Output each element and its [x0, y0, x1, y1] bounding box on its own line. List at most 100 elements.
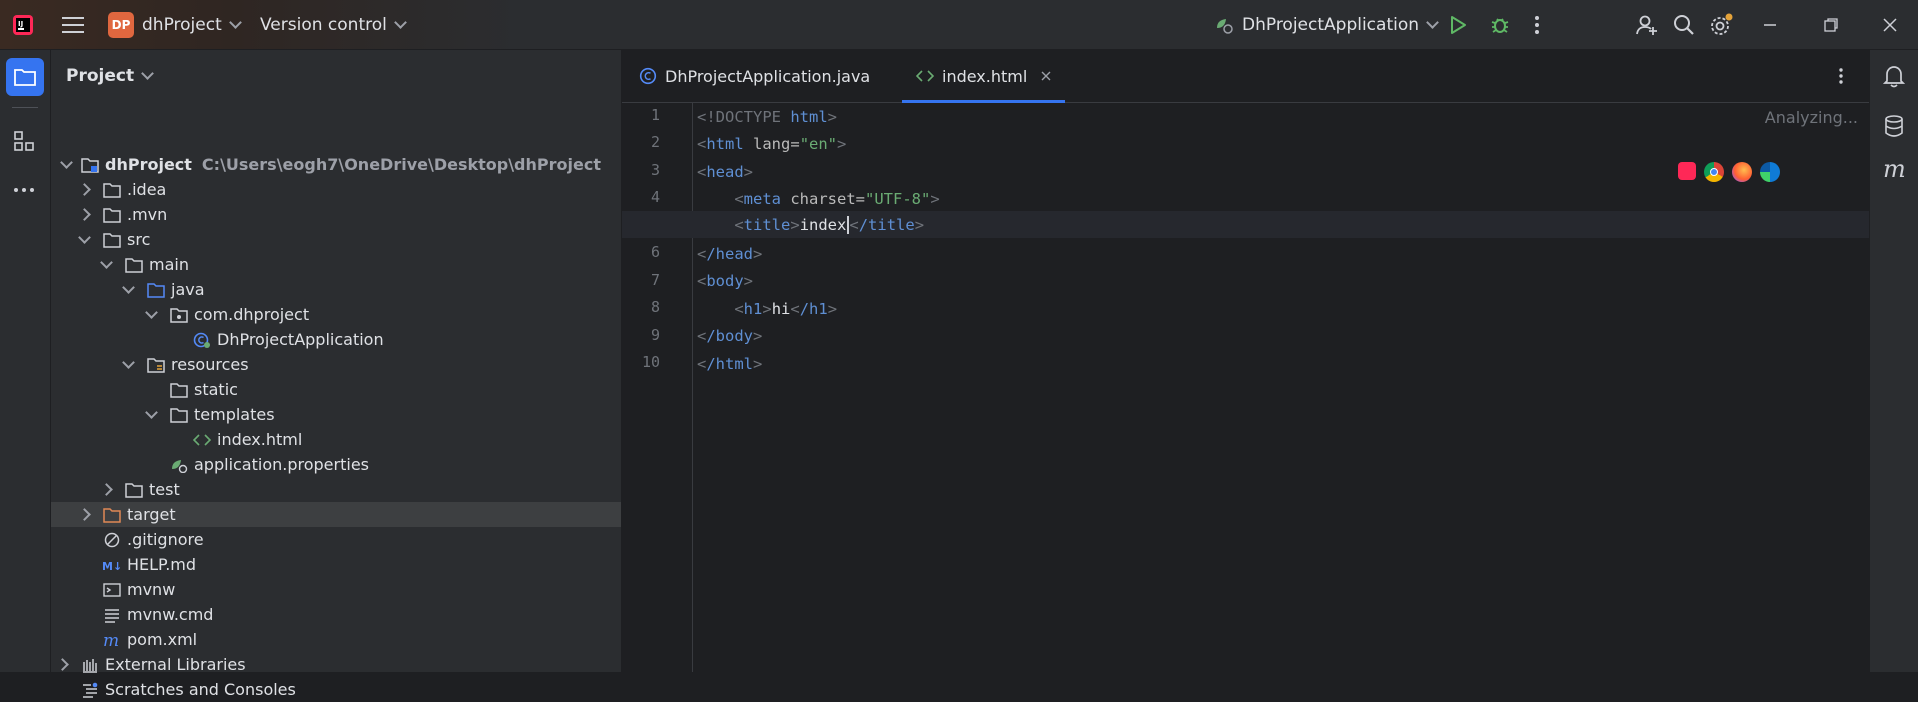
tree-item-package[interactable]: com.dhproject	[51, 302, 621, 327]
line-number: 8	[650, 298, 660, 316]
code-line-5: < title > index </title >	[734, 215, 925, 234]
code-line-7: < body >	[697, 271, 754, 290]
tree-item-scratches[interactable]: Scratches and Consoles	[51, 677, 621, 702]
chevron-down-icon[interactable]	[59, 158, 73, 172]
edge-icon[interactable]	[1760, 162, 1780, 182]
tab-label: index.html	[942, 66, 1028, 86]
add-user-icon	[1636, 15, 1657, 35]
browser-preview-bar	[1678, 162, 1780, 182]
database-icon	[1885, 115, 1903, 137]
tree-item-static[interactable]: static	[51, 377, 621, 402]
search-button[interactable]	[1673, 0, 1695, 50]
chevron-right-icon[interactable]	[77, 183, 91, 197]
tree-item-mvnw[interactable]: mvnw	[51, 577, 621, 602]
run-config-selector[interactable]: DhProjectApplication	[1214, 0, 1439, 50]
structure-tool-button[interactable]	[13, 130, 35, 156]
database-button[interactable]	[1884, 114, 1904, 142]
maven-icon: m	[103, 632, 119, 648]
tree-item-java[interactable]: java	[51, 277, 621, 302]
tool-separator	[12, 107, 38, 108]
tree-item-mvnw-cmd[interactable]: mvnw.cmd	[51, 602, 621, 627]
tree-item-label: target	[127, 505, 176, 524]
tree-item-label: Scratches and Consoles	[105, 680, 296, 699]
chevron-down-icon[interactable]	[121, 283, 135, 297]
tree-item-src[interactable]: src	[51, 227, 621, 252]
chevron-right-icon[interactable]	[55, 658, 69, 672]
more-tools-button[interactable]	[13, 178, 35, 197]
tree-item-target[interactable]: target	[51, 502, 621, 527]
code-with-me-button[interactable]	[1636, 0, 1658, 50]
tree-item-external-libraries[interactable]: External Libraries	[51, 652, 621, 677]
tree-item-gitignore[interactable]: .gitignore	[51, 527, 621, 552]
chevron-right-icon[interactable]	[77, 208, 91, 222]
chevron-right-icon[interactable]	[77, 508, 91, 522]
line-number: 6	[650, 243, 660, 261]
tree-item-label: External Libraries	[105, 655, 246, 674]
chevron-down-icon[interactable]	[99, 258, 113, 272]
tree-item-label: resources	[171, 355, 249, 374]
tree-item-app-class[interactable]: DhProjectApplication	[51, 327, 621, 352]
structure-icon	[14, 131, 34, 151]
chevron-down-icon[interactable]	[144, 408, 158, 422]
folder-icon	[103, 182, 121, 198]
main-menu-icon[interactable]	[62, 0, 84, 50]
analysis-status: Analyzing...	[1764, 108, 1858, 127]
tab-index-html[interactable]: index.html	[902, 50, 1066, 103]
tree-item-index-html[interactable]: index.html	[51, 427, 621, 452]
close-button[interactable]	[1883, 0, 1897, 50]
tab-dhprojectapplication-java[interactable]: DhProjectApplication.java	[639, 50, 870, 102]
tree-item-test[interactable]: test	[51, 477, 621, 502]
chrome-icon[interactable]	[1704, 162, 1724, 182]
app-logo-icon[interactable]: IJ	[12, 0, 34, 50]
chevron-right-icon[interactable]	[99, 483, 113, 497]
tree-item-main[interactable]: main	[51, 252, 621, 277]
tab-options-button[interactable]	[1838, 50, 1844, 102]
java-class-icon	[639, 67, 657, 85]
folder-icon	[125, 257, 143, 273]
debug-button[interactable]	[1490, 0, 1510, 50]
settings-button[interactable]	[1709, 0, 1733, 50]
tree-item-help-md[interactable]: M↓ HELP.md	[51, 552, 621, 577]
notifications-button[interactable]	[1882, 64, 1906, 92]
firefox-icon[interactable]	[1732, 162, 1752, 182]
minimize-button[interactable]	[1763, 0, 1777, 50]
tree-item-label: src	[127, 230, 151, 249]
excluded-folder-icon	[103, 507, 121, 523]
intellij-browser-icon[interactable]	[1678, 162, 1696, 180]
html-file-icon	[193, 433, 211, 446]
vcs-menu[interactable]: Version control	[260, 0, 407, 50]
code-line-1: <!DOCTYPE html >	[697, 107, 837, 126]
shell-script-icon	[103, 582, 121, 597]
bell-icon	[1882, 66, 1906, 88]
kebab-icon	[1535, 16, 1539, 34]
close-tab-icon[interactable]	[1041, 71, 1051, 81]
chevron-down-icon[interactable]	[77, 233, 91, 247]
code-line-3: < head >	[697, 162, 754, 181]
restore-button[interactable]	[1824, 0, 1838, 50]
maven-button[interactable]: m	[1882, 155, 1908, 186]
spring-run-icon	[1217, 19, 1233, 34]
tree-item-templates[interactable]: templates	[51, 402, 621, 427]
tree-item-app-properties[interactable]: application.properties	[51, 452, 621, 477]
code-line-2: < html lang = "en" >	[697, 134, 847, 153]
svg-text:m: m	[1883, 158, 1906, 182]
tab-label: DhProjectApplication.java	[665, 66, 871, 86]
tree-item-dhproject[interactable]: dhProject C:\Users\eogh7\OneDrive\Desktop…	[51, 152, 621, 177]
chevron-down-icon	[1426, 16, 1439, 29]
tree-item-idea[interactable]: .idea	[51, 177, 621, 202]
project-panel-header[interactable]: Project	[51, 50, 621, 102]
chevron-down-icon[interactable]	[121, 358, 135, 372]
tree-item-label: static	[194, 380, 238, 399]
tree-item-pom[interactable]: m pom.xml	[51, 627, 621, 652]
more-actions-button[interactable]	[1534, 0, 1540, 50]
code-editor[interactable]: <!DOCTYPE html > < html lang = "en" > < head > …	[622, 103, 1870, 672]
tree-item-mvn[interactable]: .mvn	[51, 202, 621, 227]
spring-class-icon	[193, 332, 210, 348]
chevron-down-icon[interactable]	[144, 308, 158, 322]
line-number: 9	[650, 326, 660, 344]
project-selector[interactable]: DP dhProject	[108, 0, 242, 50]
tree-item-resources[interactable]: resources	[51, 352, 621, 377]
tree-item-label: com.dhproject	[194, 305, 310, 324]
run-button[interactable]	[1449, 0, 1467, 50]
project-tool-button[interactable]	[6, 58, 44, 96]
